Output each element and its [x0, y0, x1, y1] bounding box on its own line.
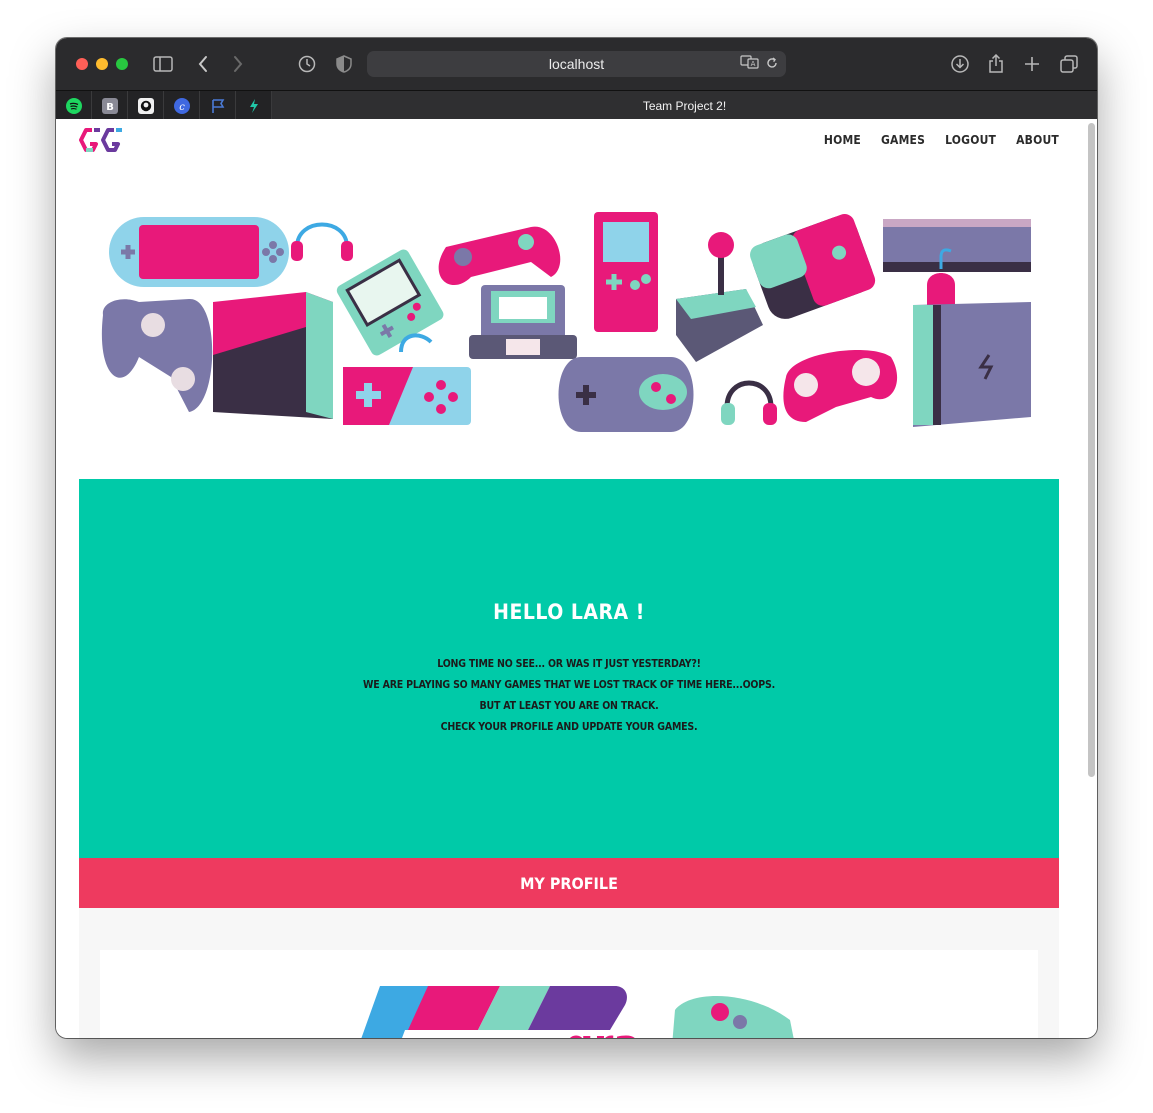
ps4-console-icon: [213, 292, 333, 419]
headphones-icon: [721, 380, 777, 425]
pinned-tab-spotify[interactable]: [56, 91, 92, 120]
browser-window: localhost A B c Team Project 2! HOME GAM…: [56, 38, 1097, 1038]
pink-controller-icon: [438, 226, 561, 286]
pinned-tab-flag[interactable]: [200, 91, 236, 120]
joystick-icon: [676, 232, 763, 362]
welcome-line: LONG TIME NO SEE... OR WAS IT JUST YESTE…: [437, 658, 701, 670]
github-icon: [137, 97, 154, 114]
profile-card: gra: [100, 950, 1038, 1038]
privacy-shield-icon[interactable]: [332, 52, 356, 76]
vertical-scrollbar[interactable]: [1088, 123, 1095, 777]
spotify-icon: [65, 97, 82, 114]
svg-text:B: B: [106, 102, 114, 113]
svg-text:gra: gra: [565, 1022, 640, 1038]
svg-text:A: A: [751, 60, 756, 68]
translate-icon[interactable]: A: [740, 55, 760, 72]
sidebar-toggle-icon[interactable]: [151, 52, 175, 76]
pinned-tab-canva[interactable]: c: [164, 91, 200, 120]
retro-gamepad-icon: [343, 333, 471, 425]
nav-games[interactable]: GAMES: [881, 133, 925, 147]
site-logo[interactable]: [79, 127, 123, 158]
welcome-line: BUT AT LEAST YOU ARE ON TRACK.: [479, 700, 659, 712]
nintendo-3ds-icon: [469, 285, 577, 359]
bolt-icon: [249, 98, 258, 113]
welcome-line: WE ARE PLAYING SO MANY GAMES THAT WE LOS…: [363, 679, 775, 691]
welcome-title: HELLO LARA !: [493, 600, 645, 624]
game-devices-illustration: [101, 212, 1031, 432]
main-nav: HOME GAMES LOGOUT ABOUT: [824, 133, 1059, 147]
browser-toolbar: localhost A: [56, 38, 1097, 90]
welcome-panel: HELLO LARA ! LONG TIME NO SEE... OR WAS …: [79, 479, 1059, 858]
ps4-pro-console-icon: [913, 302, 1031, 427]
welcome-message: LONG TIME NO SEE... OR WAS IT JUST YESTE…: [79, 654, 1059, 738]
tab-active[interactable]: Team Project 2!: [272, 91, 1097, 120]
back-icon[interactable]: [191, 52, 215, 76]
nav-logout[interactable]: LOGOUT: [945, 133, 996, 147]
snes-controller-icon: [558, 357, 694, 432]
pinned-tab-bootstrap[interactable]: B: [92, 91, 128, 120]
ps-controller-pink-icon: [783, 349, 898, 422]
tab-overview-icon[interactable]: [1057, 52, 1081, 76]
gameboy-icon: [594, 212, 658, 332]
minimize-window-button[interactable]: [96, 58, 108, 70]
svg-text:c: c: [179, 102, 185, 113]
headset-icon: [291, 222, 353, 261]
handheld-console-icon: [109, 217, 289, 287]
profile-section: gra: [79, 908, 1059, 1038]
close-window-button[interactable]: [76, 58, 88, 70]
nav-home[interactable]: HOME: [824, 133, 861, 147]
pinned-tab-bolt[interactable]: [236, 91, 272, 120]
my-profile-button[interactable]: MY PROFILE: [79, 858, 1059, 908]
share-icon[interactable]: [984, 52, 1008, 76]
welcome-line: CHECK YOUR PROFILE AND UPDATE YOUR GAMES…: [440, 721, 698, 733]
pinned-tab-github[interactable]: [128, 91, 164, 120]
address-bar[interactable]: localhost A: [367, 51, 786, 77]
nav-about[interactable]: ABOUT: [1016, 133, 1059, 147]
new-tab-icon[interactable]: [1020, 52, 1044, 76]
reload-icon[interactable]: [766, 56, 778, 72]
forward-icon[interactable]: [226, 52, 250, 76]
address-text: localhost: [548, 56, 605, 72]
gray-controller-icon: [101, 298, 213, 412]
page-viewport: HOME GAMES LOGOUT ABOUT HELLO LARA ! LON…: [56, 119, 1097, 1038]
downloads-icon[interactable]: [948, 52, 972, 76]
tab-title: Team Project 2!: [642, 98, 727, 113]
xbox-console-icon: [883, 219, 1031, 272]
tab-bar: B c Team Project 2!: [56, 90, 1097, 120]
flag-icon: [211, 98, 224, 113]
my-profile-label: MY PROFILE: [520, 873, 618, 893]
history-icon[interactable]: [295, 52, 319, 76]
bootstrap-icon: B: [101, 97, 118, 114]
canva-icon: c: [173, 97, 190, 114]
switch-controller-icon: [750, 214, 876, 319]
profile-banner-image: gra: [361, 986, 794, 1038]
zoom-window-button[interactable]: [116, 58, 128, 70]
